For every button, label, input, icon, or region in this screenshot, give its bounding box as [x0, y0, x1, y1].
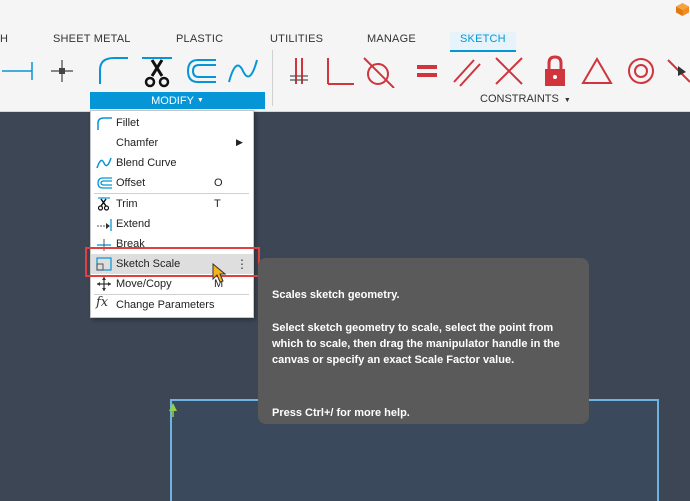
- blend-curve-icon: [96, 156, 112, 170]
- symmetry-triangle-icon[interactable]: [580, 52, 614, 90]
- tab-utilities[interactable]: UTILITIES: [270, 33, 323, 45]
- tab-sketch[interactable]: SKETCH: [450, 32, 516, 52]
- sketch-scale-tooltip: Scales sketch geometry. Select sketch ge…: [258, 258, 589, 424]
- menu-item-move-copy[interactable]: Move/Copy M: [91, 274, 253, 294]
- perpendicular-constraint-icon[interactable]: [322, 52, 356, 90]
- tooltip-title: Scales sketch geometry.: [272, 289, 400, 301]
- horizontal-vertical-constraint-icon[interactable]: [492, 52, 526, 90]
- offset-icon: [96, 176, 112, 190]
- trim-tool-icon[interactable]: [140, 52, 174, 90]
- caret-down-icon: ▼: [563, 97, 571, 104]
- tab-manage[interactable]: MANAGE: [367, 33, 416, 45]
- fix-lock-icon[interactable]: [538, 52, 572, 90]
- dimension-tool-icon[interactable]: [0, 52, 34, 90]
- caret-down-icon: ▼: [196, 97, 204, 104]
- tab-h[interactable]: H: [0, 33, 8, 45]
- concentric-constraint-icon[interactable]: [624, 52, 658, 90]
- menu-item-chamfer[interactable]: Chamfer ▶: [91, 133, 253, 153]
- tooltip-body: Select sketch geometry to scale, select …: [272, 322, 560, 366]
- tab-plastic[interactable]: PLASTIC: [176, 33, 223, 45]
- submenu-arrow-icon: ▶: [236, 137, 243, 147]
- parallel-constraint-icon[interactable]: [450, 52, 484, 90]
- trim-scissors-icon: [96, 197, 112, 211]
- move-copy-icon: [96, 277, 112, 291]
- equal-constraint-icon[interactable]: [410, 52, 444, 90]
- tooltip-help: Press Ctrl+/ for more help.: [272, 407, 410, 419]
- group-divider: [272, 50, 273, 106]
- tangent-constraint-icon[interactable]: [362, 52, 396, 90]
- fillet-tool-icon[interactable]: [96, 52, 130, 90]
- constraints-label: CONSTRAINTS: [480, 93, 559, 105]
- modify-dropdown-menu: Fillet Chamfer ▶ Blend Curve Offset O Tr…: [90, 110, 254, 318]
- constraints-dropdown-button[interactable]: CONSTRAINTS ▼: [480, 93, 571, 105]
- spline-tool-icon[interactable]: [226, 52, 260, 90]
- fx-icon: fx: [96, 295, 109, 310]
- axis-arrow-icon: [169, 403, 177, 417]
- menu-item-blend-curve[interactable]: Blend Curve: [91, 153, 253, 173]
- menu-item-trim[interactable]: Trim T: [91, 194, 253, 214]
- tab-sheet-metal[interactable]: SHEET METAL: [53, 33, 131, 45]
- menu-item-extend[interactable]: Extend: [91, 214, 253, 234]
- menu-item-change-parameters[interactable]: fx Change Parameters: [91, 295, 253, 315]
- app-cube-icon[interactable]: [675, 2, 690, 22]
- menu-item-offset[interactable]: Offset O: [91, 173, 253, 193]
- offset-tool-icon[interactable]: [184, 52, 218, 90]
- point-tool-icon[interactable]: [45, 52, 79, 90]
- highlight-annotation-box: [85, 247, 260, 277]
- modify-dropdown-button[interactable]: MODIFY ▼: [90, 92, 265, 109]
- mouse-cursor-icon: [212, 262, 227, 288]
- ribbon-toolbar: H SHEET METAL PLASTIC UTILITIES MANAGE S…: [0, 0, 690, 112]
- extend-icon: [96, 217, 112, 231]
- modify-label: MODIFY: [151, 94, 194, 107]
- coincident-constraint-icon[interactable]: [282, 52, 316, 90]
- fillet-icon: [96, 116, 112, 130]
- menu-item-fillet[interactable]: Fillet: [91, 113, 253, 133]
- midpoint-constraint-icon[interactable]: [664, 52, 690, 90]
